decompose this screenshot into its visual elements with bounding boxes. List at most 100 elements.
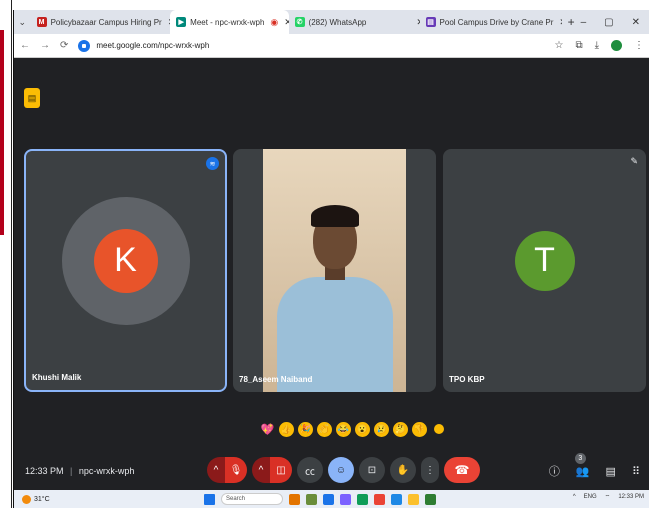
forms-icon: ▤ (425, 17, 436, 27)
reaction-clap[interactable]: 👏 (317, 421, 332, 437)
meeting-code: npc-wrxk-wph (78, 466, 135, 476)
toolbar-icons: ☆ ⧉ ⤓ ⋮ (554, 40, 644, 51)
tab-search-icon[interactable]: ⌄ (14, 17, 31, 28)
call-controls: ^ 🎙 ^ ◫ ㏄ ☺ ⊡ ✋ ⋮ ☎ (207, 457, 480, 483)
profile-avatar[interactable] (611, 40, 622, 51)
app-icon[interactable] (340, 493, 351, 505)
reaction-sad[interactable]: 😢 (374, 421, 389, 437)
menu-kebab-icon[interactable]: ⋮ (634, 40, 644, 51)
site-info-icon[interactable] (78, 39, 91, 52)
reaction-surprised[interactable]: 😮 (355, 421, 370, 437)
meet-icon: ▶ (176, 17, 187, 27)
reaction-skin-tone-button[interactable] (431, 422, 446, 437)
tab-label: Policybazaar Campus Hiring Pr (50, 17, 162, 27)
reaction-thinking[interactable]: 🤔 (393, 421, 408, 437)
reaction-laugh[interactable]: 😂 (336, 421, 351, 437)
forward-icon[interactable]: → (40, 40, 50, 51)
reload-icon[interactable]: ⟳ (60, 40, 68, 51)
control-bar: 12:33 PM | npc-wrxk-wph ^ 🎙 ^ ◫ ㏄ ☺ ⊡ ✋ … (14, 452, 649, 490)
recording-icon: ◉ (270, 16, 279, 27)
mic-off-button[interactable]: 🎙 (225, 457, 247, 483)
tab-meet[interactable]: ▶ Meet - npc-wrxk-wph ◉ ✕ (170, 10, 289, 34)
extensions-icon[interactable]: ⧉ (575, 40, 582, 51)
camera-off-button[interactable]: ◫ (270, 457, 292, 483)
mic-options-chevron-icon[interactable]: ^ (207, 457, 225, 483)
left-window-edge (0, 0, 12, 508)
camera-options-chevron-icon[interactable]: ^ (252, 457, 270, 483)
meeting-time: 12:33 PM (25, 466, 64, 476)
chrome-icon[interactable] (374, 493, 385, 505)
close-window-icon[interactable]: ✕ (632, 17, 640, 28)
tab-policybazaar[interactable]: M Policybazaar Campus Hiring Pr ✕ (31, 10, 170, 34)
tab-pool-campus[interactable]: ▤ Pool Campus Drive by Crane Pr ✕ (420, 10, 562, 34)
raise-hand-button[interactable]: ✋ (390, 457, 416, 483)
participant-tile-khushi[interactable]: K ≋ Khushi Malik (24, 149, 227, 392)
wifi-icon[interactable]: ⌔ (605, 493, 611, 501)
separator: | (70, 466, 73, 476)
reaction-heart[interactable]: 💖 (260, 422, 275, 437)
tab-label: Meet - npc-wrxk-wph (190, 17, 265, 27)
participant-name: TPO KBP (449, 375, 485, 384)
person-hair (311, 205, 359, 227)
folder-icon[interactable] (408, 493, 419, 505)
weather-widget[interactable]: 31°C (14, 494, 50, 504)
leave-call-button[interactable]: ☎ (444, 457, 480, 483)
bookmark-star-icon[interactable]: ☆ (554, 40, 563, 51)
audio-wave-icon: ≋ (206, 157, 219, 170)
weather-temp: 31°C (34, 495, 50, 503)
edge-icon[interactable] (391, 493, 402, 505)
avatar: T (514, 230, 575, 291)
reaction-thumbs-down[interactable]: 👎 (412, 421, 427, 437)
url-text: meet.google.com/npc-wrxk-wph (96, 41, 210, 50)
restore-icon[interactable]: ▢ (604, 17, 613, 28)
meeting-details[interactable]: 12:33 PM | npc-wrxk-wph (25, 466, 134, 476)
app-icon[interactable] (425, 493, 436, 505)
sun-icon (22, 494, 31, 504)
tab-whatsapp[interactable]: ✆ (282) WhatsApp ✕ (289, 10, 420, 34)
back-icon[interactable]: ← (20, 40, 30, 51)
app-icon[interactable] (323, 493, 334, 505)
meet-stage: ▤ K ≋ Khushi Malik 78_Aseem Naiband T ✎ … (14, 58, 649, 490)
reaction-party[interactable]: 🎉 (298, 421, 313, 437)
chevron-up-icon[interactable]: ^ (573, 494, 576, 500)
participant-tile-aseem[interactable]: 78_Aseem Naiband (233, 149, 436, 392)
activities-icon[interactable]: ▤ (24, 88, 40, 108)
windows-start-icon[interactable] (204, 493, 215, 505)
participant-tile-tpo[interactable]: T ✎ TPO KBP (443, 149, 646, 392)
minimize-icon[interactable]: – (581, 17, 587, 28)
captions-button[interactable]: ㏄ (297, 457, 323, 483)
mic-control: ^ 🎙 (207, 457, 247, 483)
reaction-bar: 💖 👍 🎉 👏 😂 😮 😢 🤔 👎 (260, 420, 446, 438)
new-tab-button[interactable]: + (562, 15, 581, 29)
gmail-icon: M (36, 17, 47, 27)
address-bar-row: ← → ⟳ meet.google.com/npc-wrxk-wph ☆ ⧉ ⤓… (14, 34, 649, 58)
app-icon[interactable] (289, 493, 300, 505)
people-icon: 👥 (575, 465, 590, 478)
participant-name: Khushi Malik (32, 373, 82, 382)
more-options-button[interactable]: ⋮ (421, 457, 439, 483)
activities-grid-icon[interactable]: ⠿ (632, 465, 640, 478)
omnibox[interactable]: meet.google.com/npc-wrxk-wph (78, 37, 554, 55)
people-button[interactable]: 3 👥 (574, 452, 590, 478)
mic-off-icon: ✎ (630, 156, 638, 166)
os-taskbar: 31°C Search ^ ENG ⌔ 12:33 PM (14, 490, 649, 508)
info-icon[interactable]: ⓘ (549, 463, 560, 479)
download-icon[interactable]: ⤓ (595, 40, 599, 51)
chat-icon[interactable]: ▤ (606, 465, 616, 478)
app-icon[interactable] (357, 493, 368, 505)
red-edge-bar (0, 30, 4, 235)
video-feed (263, 149, 406, 392)
whatsapp-icon: ✆ (294, 17, 305, 27)
language-indicator[interactable]: ENG (584, 494, 597, 500)
camera-control: ^ ◫ (252, 457, 292, 483)
reaction-thumbs-up[interactable]: 👍 (279, 421, 294, 437)
participant-name: 78_Aseem Naiband (239, 375, 313, 384)
tab-strip: ⌄ M Policybazaar Campus Hiring Pr ✕ ▶ Me… (14, 10, 649, 34)
app-icon[interactable] (306, 493, 317, 505)
system-tray: ^ ENG ⌔ 12:33 PM (573, 493, 644, 501)
emoji-reactions-button[interactable]: ☺ (328, 457, 354, 483)
taskbar-search[interactable]: Search (221, 493, 283, 505)
taskbar-apps: Search (204, 493, 436, 505)
taskbar-clock[interactable]: 12:33 PM (618, 494, 644, 500)
present-screen-button[interactable]: ⊡ (359, 457, 385, 483)
